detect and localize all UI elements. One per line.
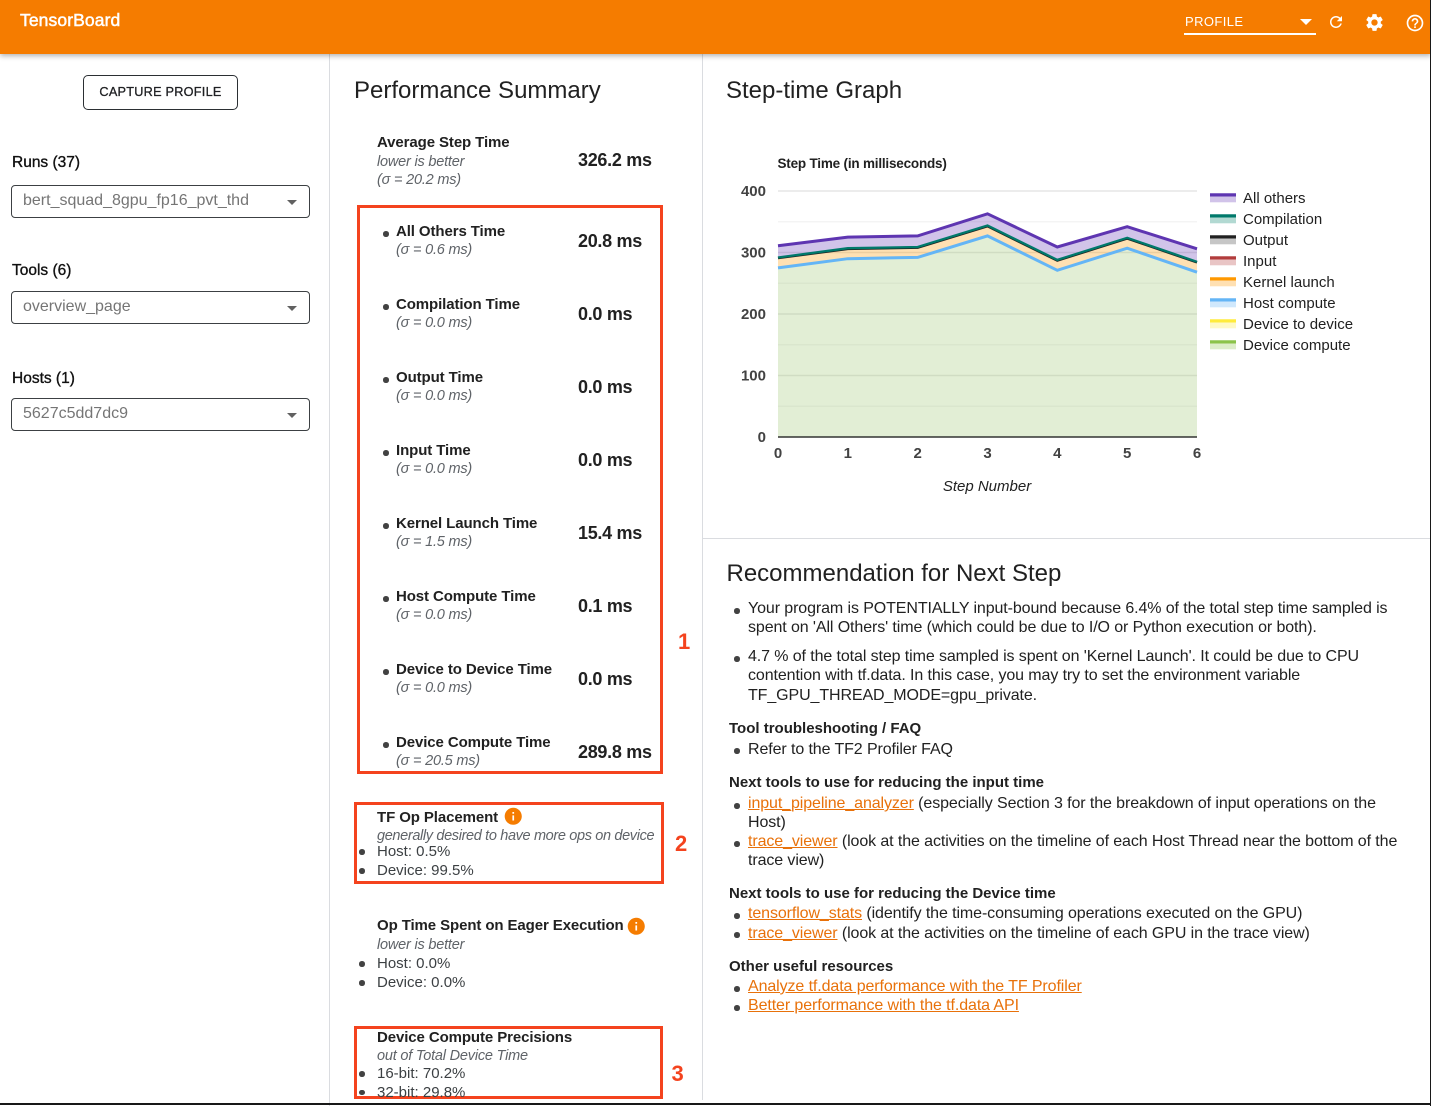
svg-text:400: 400 [741,183,766,200]
svg-text:3: 3 [983,445,991,462]
svg-text:Kernel launch: Kernel launch [1243,274,1335,291]
svg-text:1: 1 [844,445,852,462]
svg-text:4: 4 [1053,445,1062,462]
svg-text:Step Number: Step Number [943,478,1032,495]
svg-text:Device to device: Device to device [1243,316,1353,333]
svg-text:200: 200 [741,306,766,323]
svg-text:6: 6 [1193,445,1201,462]
svg-text:300: 300 [741,245,766,262]
svg-text:Step Time (in milliseconds): Step Time (in milliseconds) [778,156,947,171]
svg-text:0: 0 [758,429,766,446]
svg-text:Compilation: Compilation [1243,211,1322,228]
svg-text:Output: Output [1243,232,1289,249]
svg-text:2: 2 [914,445,922,462]
svg-text:All others: All others [1243,190,1306,207]
svg-text:Host compute: Host compute [1243,295,1336,312]
svg-text:5: 5 [1123,445,1131,462]
svg-text:Device compute: Device compute [1243,337,1351,354]
svg-text:100: 100 [741,368,766,385]
svg-text:Input: Input [1243,253,1277,270]
svg-text:0: 0 [774,445,782,462]
